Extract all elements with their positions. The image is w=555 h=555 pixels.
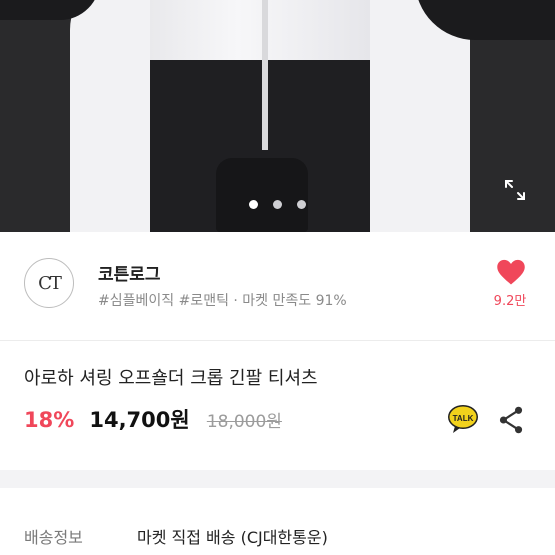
heart-icon[interactable]	[496, 258, 526, 286]
original-price: 18,000원	[206, 412, 282, 432]
shop-logo-text: CT	[38, 272, 62, 294]
price-row: 18% 14,700원 18,000원	[24, 404, 282, 436]
like-count: 9.2만	[493, 294, 527, 309]
carousel-dot-1[interactable]	[248, 200, 258, 209]
shop-name[interactable]: 코튼로그	[98, 260, 161, 285]
carousel-dot-3[interactable]	[297, 200, 307, 209]
shipping-value: 마켓 직접 배송 (CJ대한통운)	[137, 528, 328, 547]
kakao-talk-icon[interactable]: TALK	[447, 404, 479, 434]
carousel-dot-2[interactable]	[273, 200, 282, 209]
product-title: 아로하 셔링 오프숄더 크롭 긴팔 티셔츠	[24, 368, 318, 389]
shop-info[interactable]: CT 코튼로그 #심플베이직 #로맨틱 · 마켓 만족도 91% 9.2만	[0, 232, 555, 328]
expand-icon[interactable]	[503, 178, 527, 202]
share-icon[interactable]	[498, 406, 524, 434]
shipping-label: 배송정보	[24, 528, 83, 547]
shop-tags: #심플베이직 #로맨틱 · 마켓 만족도 91%	[98, 293, 347, 309]
carousel-indicator	[0, 194, 555, 213]
section-gap	[0, 470, 555, 488]
talk-label: TALK	[453, 414, 474, 423]
discount-rate: 18%	[24, 408, 75, 432]
sale-price: 14,700원	[89, 408, 190, 432]
lanyard-strap	[262, 0, 268, 150]
product-image[interactable]	[0, 0, 555, 232]
shop-logo[interactable]: CT	[24, 258, 74, 308]
divider	[0, 340, 555, 341]
